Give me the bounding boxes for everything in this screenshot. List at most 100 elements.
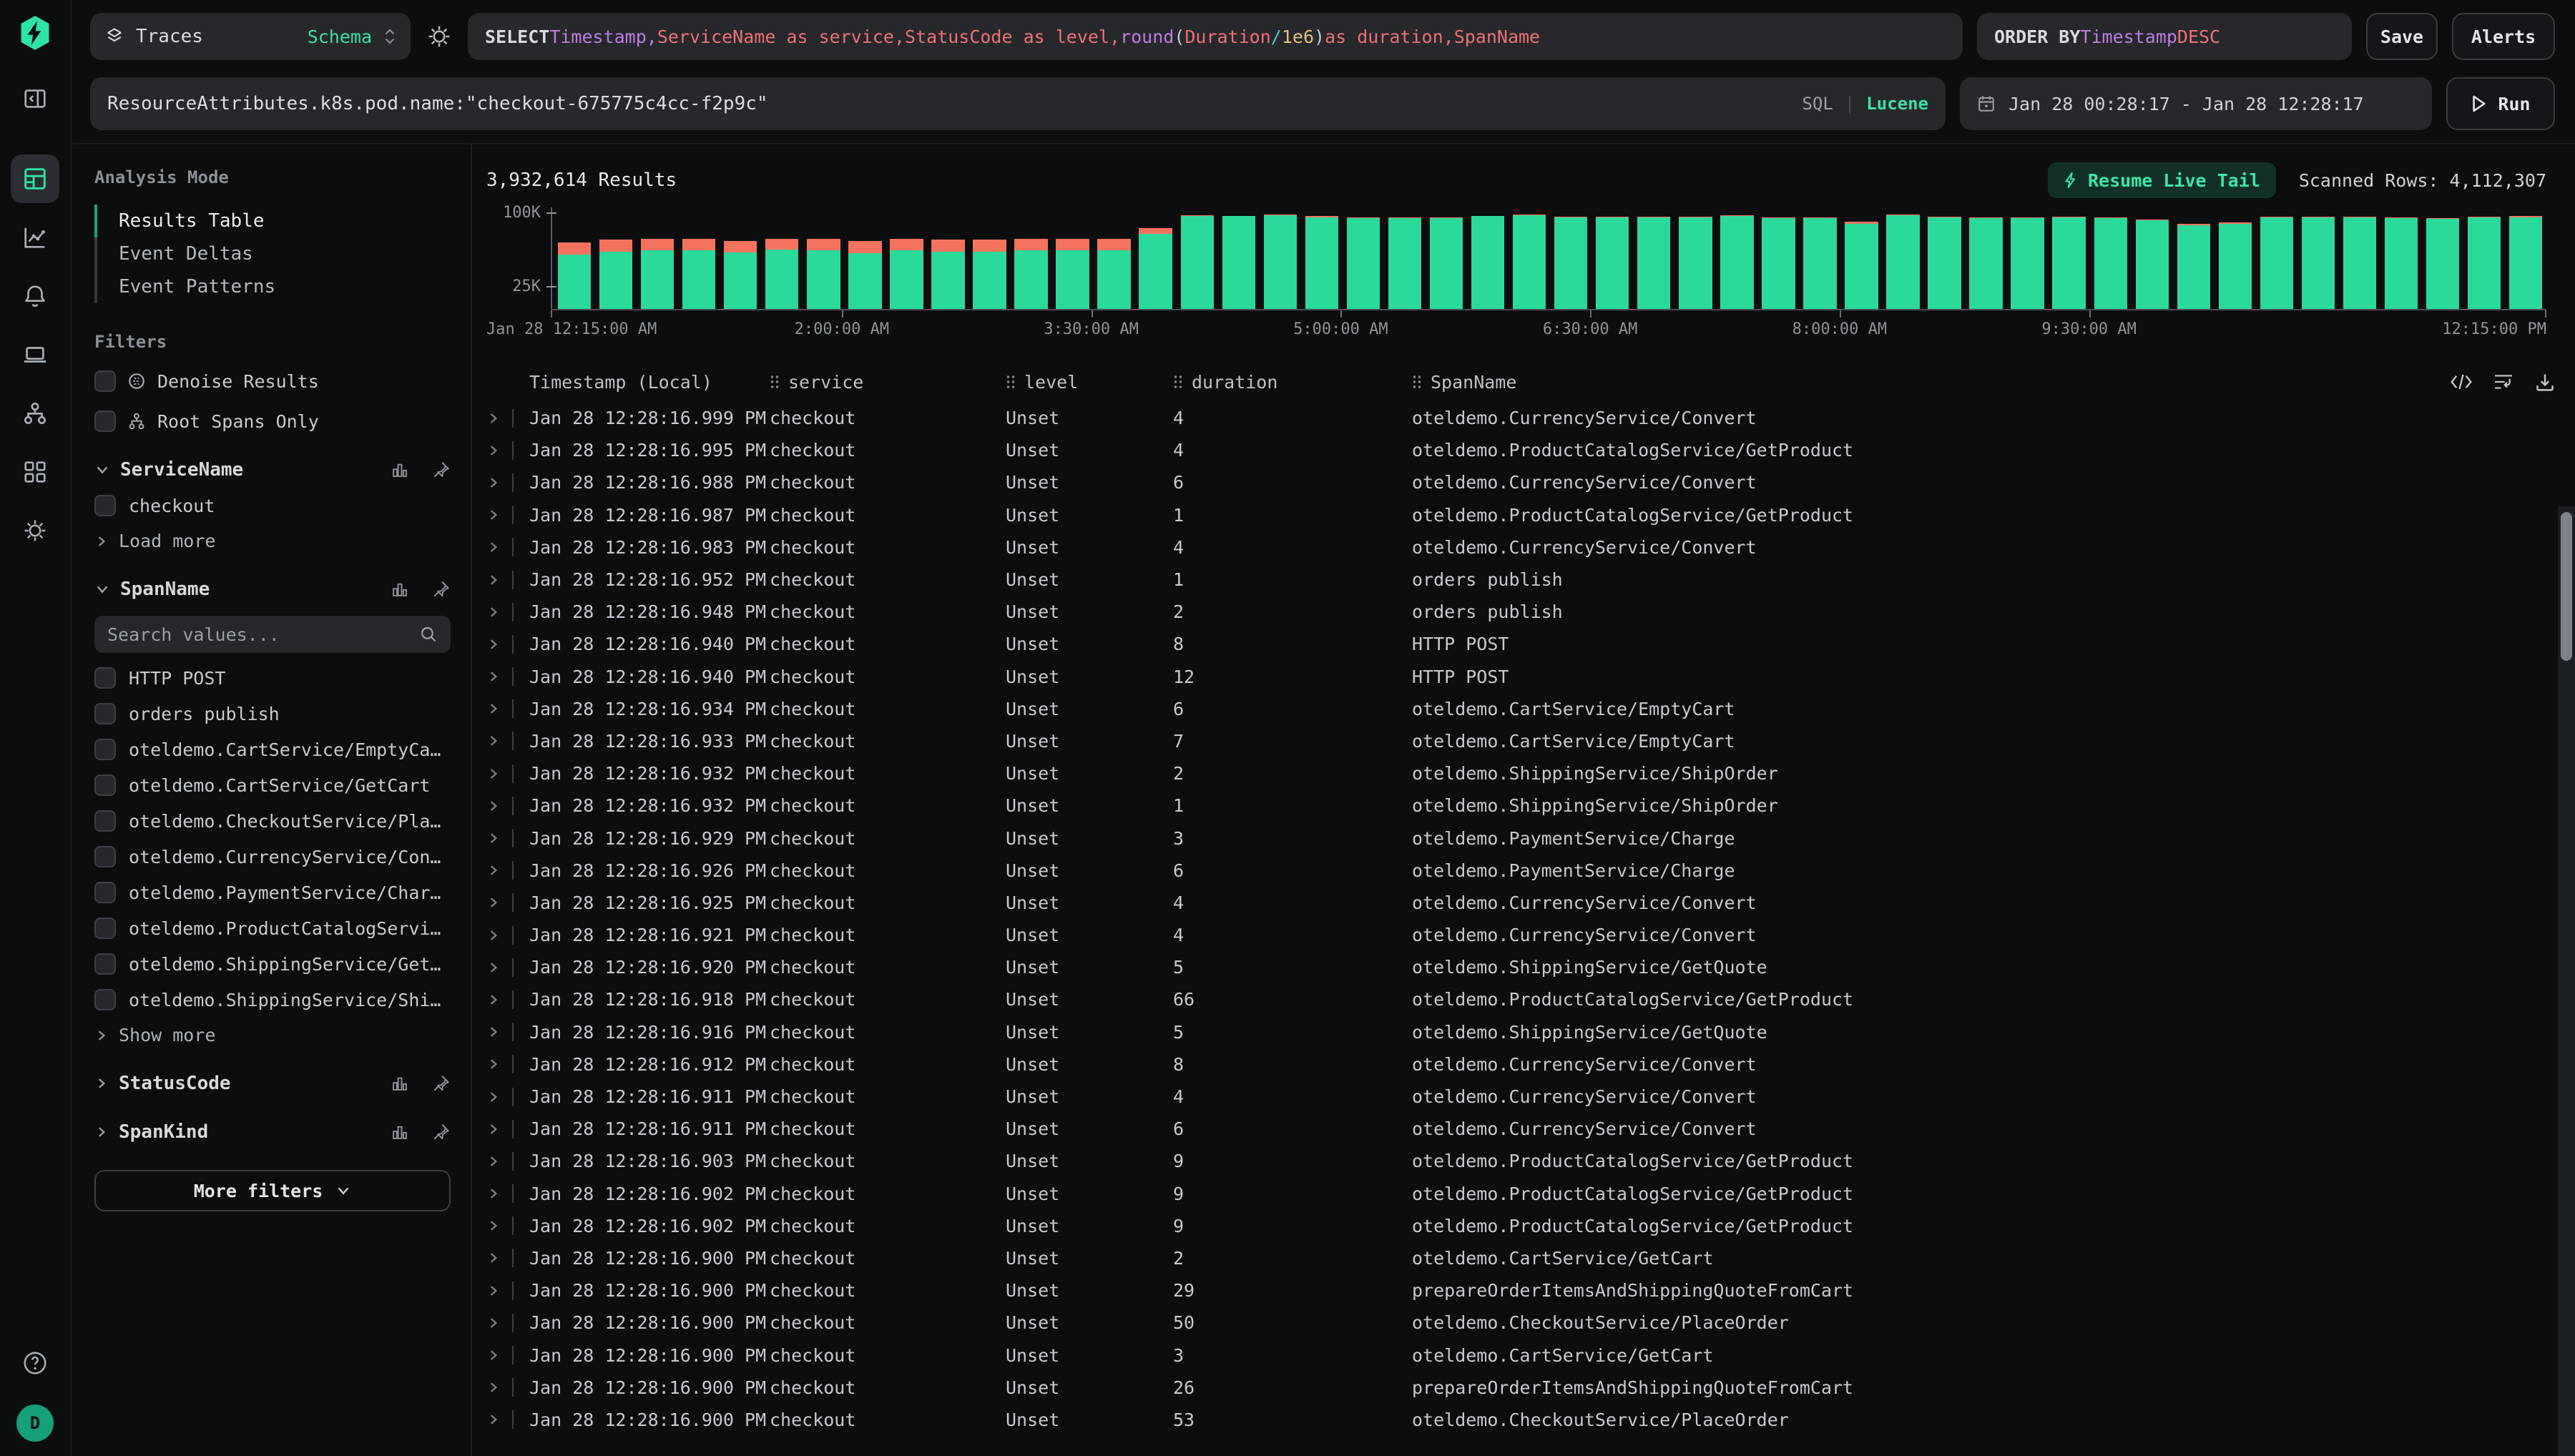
filter-value-row[interactable]: oteldemo.CurrencyService/Con… bbox=[94, 846, 451, 867]
column-header-timestamp-local-[interactable]: Timestamp (Local) bbox=[529, 372, 770, 393]
checkbox[interactable] bbox=[94, 846, 116, 867]
checkbox[interactable] bbox=[94, 667, 116, 689]
row-expander[interactable] bbox=[486, 506, 529, 524]
order-by-editor[interactable]: ORDER BY Timestamp DESC bbox=[1977, 13, 2352, 60]
table-row[interactable]: Jan 28 12:28:16.933 PMcheckoutUnset7otel… bbox=[486, 725, 2546, 757]
table-row[interactable]: Jan 28 12:28:16.911 PMcheckoutUnset6otel… bbox=[486, 1113, 2546, 1145]
row-expander[interactable] bbox=[486, 893, 529, 912]
table-row[interactable]: Jan 28 12:28:16.900 PMcheckoutUnset53ote… bbox=[486, 1404, 2546, 1436]
table-row[interactable]: Jan 28 12:28:16.911 PMcheckoutUnset4otel… bbox=[486, 1081, 2546, 1113]
user-avatar[interactable]: D bbox=[16, 1405, 54, 1442]
table-row[interactable]: Jan 28 12:28:16.987 PMcheckoutUnset1otel… bbox=[486, 499, 2546, 531]
scrollbar-track[interactable] bbox=[2558, 506, 2575, 1456]
filter-value-row[interactable]: oteldemo.CheckoutService/Pla… bbox=[94, 810, 451, 832]
row-expander[interactable] bbox=[486, 1055, 529, 1073]
row-expander[interactable] bbox=[486, 409, 529, 428]
help-button[interactable] bbox=[11, 1339, 59, 1387]
filter-value-row[interactable]: oteldemo.CartService/GetCart bbox=[94, 774, 451, 796]
row-expander[interactable] bbox=[486, 699, 529, 718]
table-row[interactable]: Jan 28 12:28:16.926 PMcheckoutUnset6otel… bbox=[486, 855, 2546, 887]
column-header-duration[interactable]: duration bbox=[1173, 372, 1412, 393]
search-input[interactable]: ResourceAttributes.k8s.pod.name:"checkou… bbox=[90, 77, 1946, 130]
filter-group-header[interactable]: SpanKind bbox=[94, 1121, 451, 1143]
row-expander[interactable] bbox=[486, 603, 529, 621]
table-row[interactable]: Jan 28 12:28:16.916 PMcheckoutUnset5otel… bbox=[486, 1016, 2546, 1048]
table-row[interactable]: Jan 28 12:28:16.900 PMcheckoutUnset29pre… bbox=[486, 1274, 2546, 1307]
column-header-spanname[interactable]: SpanName bbox=[1412, 372, 2546, 393]
filter-group-header[interactable]: ServiceName bbox=[94, 459, 451, 481]
filter-group-header[interactable]: StatusCode bbox=[94, 1073, 451, 1094]
language-sql-option[interactable]: SQL bbox=[1802, 94, 1833, 114]
save-button[interactable]: Save bbox=[2366, 13, 2438, 60]
filter-group-footer[interactable]: Show more bbox=[94, 1025, 451, 1046]
row-expander[interactable] bbox=[486, 1152, 529, 1171]
filter-value-row[interactable]: oteldemo.ProductCatalogServi… bbox=[94, 918, 451, 939]
table-row[interactable]: Jan 28 12:28:16.952 PMcheckoutUnset1orde… bbox=[486, 564, 2546, 596]
filter-value-row[interactable]: orders publish bbox=[94, 703, 451, 724]
rail-button-alerts-bell[interactable] bbox=[11, 272, 59, 320]
filter-toggle-row[interactable]: Root Spans Only bbox=[94, 410, 451, 432]
rail-button-settings-gear[interactable] bbox=[11, 506, 59, 555]
rail-button-sessions-laptop[interactable] bbox=[11, 330, 59, 379]
table-row[interactable]: Jan 28 12:28:16.940 PMcheckoutUnset12HTT… bbox=[486, 661, 2546, 693]
run-query-button[interactable]: Run bbox=[2446, 77, 2555, 130]
row-expander[interactable] bbox=[486, 1249, 529, 1267]
row-expander[interactable] bbox=[486, 1023, 529, 1041]
checkbox[interactable] bbox=[94, 370, 116, 392]
table-row[interactable]: Jan 28 12:28:16.902 PMcheckoutUnset9otel… bbox=[486, 1210, 2546, 1242]
filter-group-footer[interactable]: Load more bbox=[94, 531, 451, 551]
row-expander[interactable] bbox=[486, 1314, 529, 1332]
checkbox[interactable] bbox=[94, 774, 116, 796]
row-expander[interactable] bbox=[486, 635, 529, 654]
row-expander[interactable] bbox=[486, 1184, 529, 1203]
table-row[interactable]: Jan 28 12:28:16.900 PMcheckoutUnset26pre… bbox=[486, 1372, 2546, 1404]
analysis-mode-item[interactable]: Event Deltas bbox=[94, 237, 451, 270]
row-expander[interactable] bbox=[486, 990, 529, 1009]
filter-value-row[interactable]: oteldemo.CartService/EmptyCa… bbox=[94, 739, 451, 760]
row-expander[interactable] bbox=[486, 764, 529, 783]
checkbox[interactable] bbox=[94, 989, 116, 1010]
row-expander[interactable] bbox=[486, 571, 529, 589]
table-row[interactable]: Jan 28 12:28:16.925 PMcheckoutUnset4otel… bbox=[486, 887, 2546, 919]
checkbox[interactable] bbox=[94, 953, 116, 975]
table-row[interactable]: Jan 28 12:28:16.999 PMcheckoutUnset4otel… bbox=[486, 402, 2546, 434]
row-expander[interactable] bbox=[486, 1120, 529, 1138]
table-row[interactable]: Jan 28 12:28:16.920 PMcheckoutUnset5otel… bbox=[486, 951, 2546, 983]
row-expander[interactable] bbox=[486, 538, 529, 556]
filter-value-row[interactable]: oteldemo.PaymentService/Char… bbox=[94, 882, 451, 903]
row-expander[interactable] bbox=[486, 1088, 529, 1106]
table-row[interactable]: Jan 28 12:28:16.934 PMcheckoutUnset6otel… bbox=[486, 693, 2546, 725]
table-row[interactable]: Jan 28 12:28:16.900 PMcheckoutUnset3otel… bbox=[486, 1339, 2546, 1371]
source-settings-button[interactable] bbox=[425, 13, 453, 60]
date-range-picker[interactable]: Jan 28 00:28:17 - Jan 28 12:28:17 bbox=[1960, 77, 2432, 130]
table-row[interactable]: Jan 28 12:28:16.983 PMcheckoutUnset4otel… bbox=[486, 531, 2546, 564]
row-expander[interactable] bbox=[486, 926, 529, 945]
filter-value-row[interactable]: checkout bbox=[94, 495, 451, 516]
row-expander[interactable] bbox=[486, 667, 529, 686]
checkbox[interactable] bbox=[94, 918, 116, 939]
table-row[interactable]: Jan 28 12:28:16.948 PMcheckoutUnset2orde… bbox=[486, 596, 2546, 628]
row-expander[interactable] bbox=[486, 1216, 529, 1235]
rail-button-search-table[interactable] bbox=[11, 154, 59, 203]
checkbox[interactable] bbox=[94, 495, 116, 516]
table-row[interactable]: Jan 28 12:28:16.903 PMcheckoutUnset9otel… bbox=[486, 1145, 2546, 1177]
row-expander[interactable] bbox=[486, 473, 529, 492]
column-header-level[interactable]: level bbox=[1006, 372, 1173, 393]
filter-toggle-row[interactable]: Denoise Results bbox=[94, 370, 451, 392]
table-row[interactable]: Jan 28 12:28:16.918 PMcheckoutUnset66ote… bbox=[486, 983, 2546, 1015]
table-row[interactable]: Jan 28 12:28:16.900 PMcheckoutUnset2otel… bbox=[486, 1242, 2546, 1274]
search-values-input[interactable]: Search values... bbox=[94, 616, 451, 653]
rail-button-chart-explorer[interactable] bbox=[11, 213, 59, 262]
table-row[interactable]: Jan 28 12:28:16.902 PMcheckoutUnset9otel… bbox=[486, 1178, 2546, 1210]
row-expander[interactable] bbox=[486, 829, 529, 847]
filter-value-row[interactable]: HTTP POST bbox=[94, 667, 451, 689]
rail-button-dashboards[interactable] bbox=[11, 448, 59, 496]
row-expander[interactable] bbox=[486, 1346, 529, 1364]
checkbox[interactable] bbox=[94, 739, 116, 760]
row-expander[interactable] bbox=[486, 1282, 529, 1300]
scrollbar-thumb[interactable] bbox=[2561, 512, 2572, 661]
analysis-mode-item[interactable]: Results Table bbox=[94, 205, 451, 237]
checkbox[interactable] bbox=[94, 410, 116, 432]
table-row[interactable]: Jan 28 12:28:16.995 PMcheckoutUnset4otel… bbox=[486, 434, 2546, 466]
table-row[interactable]: Jan 28 12:28:16.988 PMcheckoutUnset6otel… bbox=[486, 466, 2546, 498]
